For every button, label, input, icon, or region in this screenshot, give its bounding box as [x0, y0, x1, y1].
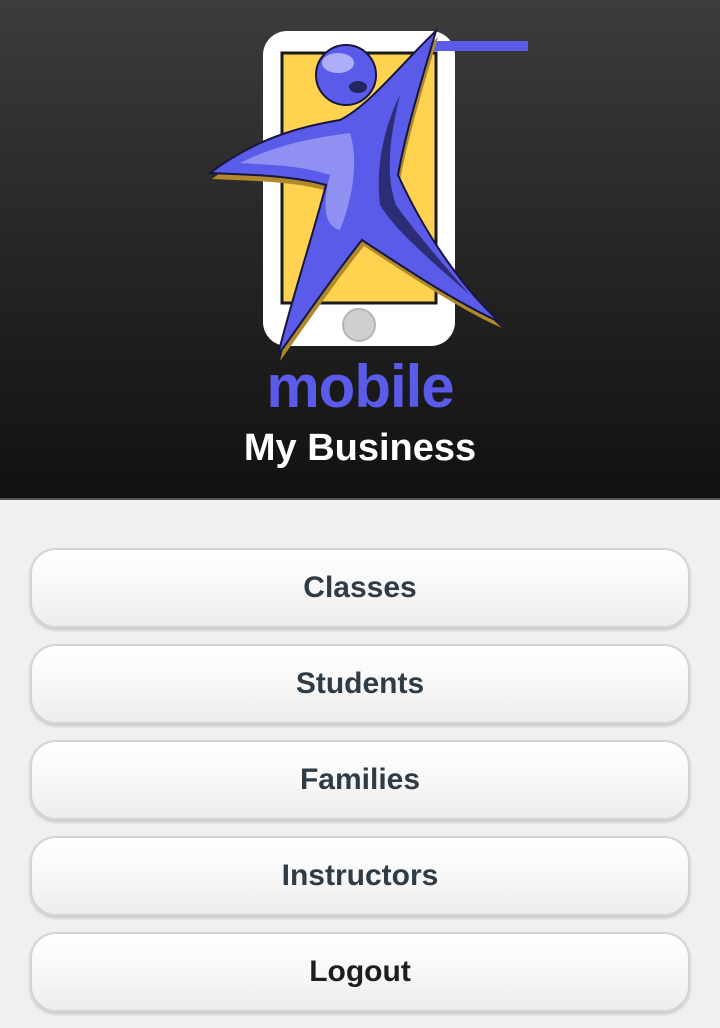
dancer-phone-logo-icon	[207, 27, 528, 361]
families-button[interactable]: Families	[30, 740, 690, 820]
students-button[interactable]: Students	[30, 644, 690, 724]
classes-button[interactable]: Classes	[30, 548, 690, 628]
main-menu: Classes Students Families Instructors Lo…	[30, 548, 690, 1028]
app-header: mobile My Business	[0, 0, 720, 500]
instructors-button[interactable]: Instructors	[30, 836, 690, 916]
page-title: My Business	[243, 427, 477, 469]
logout-button[interactable]: Logout	[30, 932, 690, 1012]
brand-text: mobile	[266, 353, 454, 420]
